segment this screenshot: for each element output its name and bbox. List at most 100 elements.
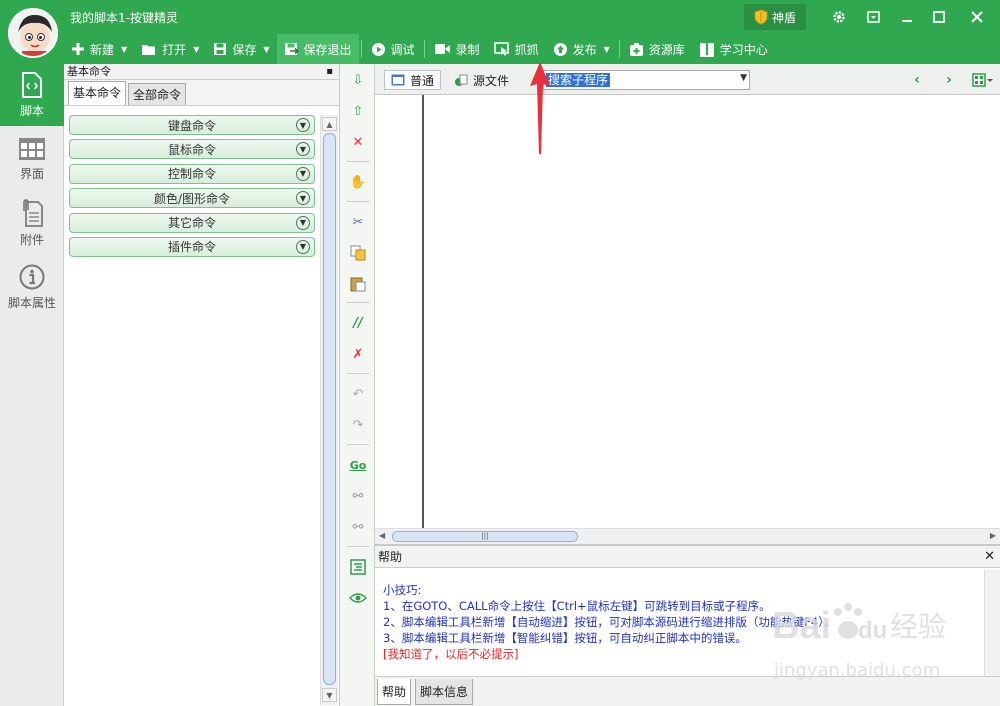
editor-gutter-line [422,95,424,528]
delete-icon[interactable]: ✕ [348,132,368,152]
expand-icon: ▼ [296,239,310,254]
tab-source-mode[interactable]: 源文件 [448,70,515,90]
new-button[interactable]: 新建 ▼ [64,34,134,64]
save-exit-label: 保存退出 [303,42,352,57]
baidu-watermark: Bai du 经验 jingyan.baidu.com [772,603,946,681]
help-scrollbar[interactable] [984,570,1000,677]
publish-button[interactable]: 发布 ▼ [546,34,617,64]
command-group-label: 颜色/图形命令 [153,191,231,206]
close-button[interactable] [962,4,992,30]
goto-icon[interactable]: Go [348,455,368,475]
command-group-label: 控制命令 [167,167,216,182]
open-button[interactable]: 打开 ▼ [134,34,206,64]
chevron-down-icon: ▼ [263,44,270,54]
move-up-icon[interactable]: ⇧ [348,101,368,121]
left-nav: 脚本 界面 附件 脚本属性 [0,64,64,706]
pin-icon[interactable]: ▪ [326,64,333,80]
debug-button[interactable]: 调试 [364,34,422,64]
nav-item-interface[interactable]: 界面 [0,128,64,190]
nav-label: 附件 [19,232,44,247]
mode-label: 源文件 [473,73,510,88]
settings-button[interactable] [824,4,854,30]
toolbar-divider [347,201,369,202]
hand-icon[interactable]: ✋ [348,172,368,192]
toolbar-divider [618,40,620,58]
tab-basic-commands[interactable]: 基本命令 [68,81,127,105]
toolbar-divider [423,40,425,58]
redo-icon[interactable]: ↷ [348,415,368,435]
next-arrow-icon[interactable]: › [940,70,958,90]
scroll-left-icon[interactable]: ◀ [379,531,385,540]
save-exit-button[interactable]: 保存退出 [276,34,359,64]
nav-item-script[interactable]: 脚本 [0,64,64,126]
video-camera-icon [434,44,450,54]
command-group-mouse[interactable]: 鼠标命令 ▼ [69,139,315,160]
command-group-other[interactable]: 其它命令 ▼ [69,212,315,233]
prev-arrow-icon[interactable]: ‹ [908,70,926,90]
scroll-thumb[interactable] [323,133,336,685]
scroll-right-icon[interactable]: ▶ [990,531,996,540]
watermark-cn: 经验 [890,610,946,643]
command-tabs: 基本命令 全部命令 [64,80,339,106]
skin-button[interactable] [858,4,888,30]
replace-icon[interactable]: ⚯ [348,517,368,537]
toolbar-divider [347,302,369,303]
scroll-up-icon[interactable]: ▲ [322,117,337,131]
tab-help[interactable]: 帮助 [377,679,412,705]
nav-label: 界面 [19,166,44,181]
record-button[interactable]: 录制 [427,34,487,64]
nav-item-script-properties[interactable]: 脚本属性 [0,256,64,318]
find-icon[interactable]: ⚯ [348,486,368,506]
layout-menu-icon[interactable] [969,70,997,90]
comment-icon[interactable]: // [348,313,368,333]
command-group-control[interactable]: 控制命令 ▼ [69,163,315,184]
toolbar-divider [347,546,369,547]
command-group-label: 鼠标命令 [167,142,216,157]
copy-icon[interactable] [348,243,368,263]
uncomment-icon[interactable]: ✗ [348,344,368,364]
command-panel: 基本命令 ▪ 基本命令 全部命令 键盘命令 ▼ 鼠标命令 ▼ 控制命令 ▼ 颜色/图形… [64,64,340,706]
window-title: 我的脚本1-按键精灵 [70,11,178,25]
title-bar: 我的脚本1-按键精灵 神盾 新建 ▼ 打开 ▼ 保存 ▼ 保存退出 调试 录制 … [0,0,1000,64]
command-group-keyboard[interactable]: 键盘命令 ▼ [69,115,315,135]
gear-icon [833,11,845,23]
toolbar-divider [347,373,369,374]
code-file-icon [22,71,42,98]
eye-check-icon[interactable] [348,588,368,608]
help-panel-title: 帮助 [378,550,403,564]
shield-icon [754,9,768,25]
resource-library-button[interactable]: 资源库 [622,34,692,64]
nav-item-attachment[interactable]: 附件 [0,192,64,254]
close-icon[interactable]: ✕ [984,546,995,568]
expand-icon: ▼ [296,215,310,230]
maximize-icon [933,11,945,23]
publish-label: 发布 [572,42,597,57]
format-icon[interactable] [348,557,368,577]
info-icon [19,264,45,289]
cut-icon[interactable]: ✂ [348,212,368,232]
tab-normal-mode[interactable]: 普通 [384,70,442,90]
tab-script-info[interactable]: 脚本信息 [415,679,474,705]
minimize-button[interactable] [892,4,922,30]
undo-icon[interactable]: ↶ [348,384,368,404]
command-scrollbar[interactable]: ▲ ▼ [320,115,338,705]
move-down-icon[interactable]: ⇩ [348,70,368,90]
command-group-color-image[interactable]: 颜色/图形命令 ▼ [69,188,315,209]
subroutine-search-dropdown[interactable]: 搜索子程序 ▼ [543,70,750,90]
maximize-button[interactable] [924,4,954,30]
scroll-down-icon[interactable]: ▼ [322,688,337,702]
scroll-thumb[interactable]: ||| [392,531,578,542]
learning-center-button[interactable]: 学习中心 [692,34,775,64]
chevron-down-icon[interactable]: ▼ [740,73,747,83]
paste-icon[interactable] [348,274,368,294]
save-button[interactable]: 保存 ▼ [206,34,276,64]
command-group-label: 插件命令 [167,240,216,255]
avatar[interactable] [8,8,58,58]
editor-horizontal-scrollbar[interactable]: ◀ ||| ▶ [375,528,1000,544]
code-editor[interactable] [375,95,1000,528]
debug-label: 调试 [390,42,415,57]
tab-all-commands[interactable]: 全部命令 [128,83,187,105]
floppy-icon [214,43,227,55]
command-group-plugin[interactable]: 插件命令 ▼ [69,236,315,257]
shield-button[interactable]: 神盾 [744,4,806,30]
